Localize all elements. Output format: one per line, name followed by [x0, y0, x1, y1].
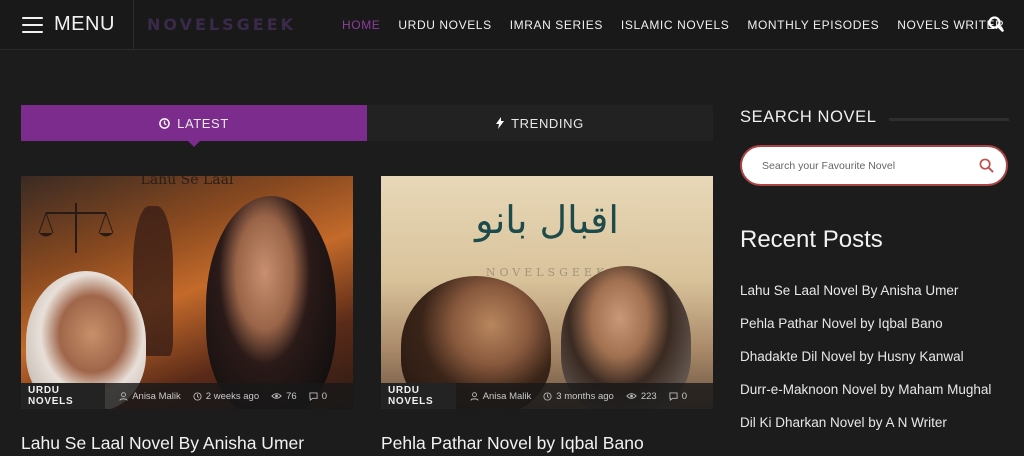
post-card[interactable]: Lahu Se Laal URDU NOVELS Anisa Malik 2 w… — [21, 176, 353, 454]
post-thumbnail[interactable]: اقبال بانو NOVELSGEEK URDU NOVELS Anisa … — [381, 176, 713, 409]
post-meta: URDU NOVELS Anisa Malik 3 months ago 223… — [381, 383, 713, 409]
author-meta[interactable]: Anisa Malik — [119, 391, 181, 402]
comment-count: 0 — [681, 390, 687, 402]
views-meta: 76 — [271, 391, 297, 402]
tab-trending-label: TRENDING — [511, 115, 584, 131]
watermark-text: NOVELSGEEK — [485, 266, 609, 279]
post-date: 3 months ago — [556, 390, 614, 402]
recent-posts-title: Recent Posts — [740, 226, 883, 253]
post-tabs: LATEST TRENDING — [21, 105, 713, 147]
nav-islamic-novels[interactable]: ISLAMIC NOVELS — [621, 18, 729, 32]
category-badge[interactable]: URDU NOVELS — [381, 383, 456, 409]
comments-meta[interactable]: 0 — [669, 391, 687, 402]
clock-icon — [193, 391, 202, 401]
logo-text: NOVELSGEEK — [147, 15, 296, 34]
search-input[interactable] — [762, 159, 979, 172]
comments-meta[interactable]: 0 — [309, 391, 327, 402]
title-divider — [889, 118, 1009, 121]
site-logo[interactable]: NOVELSGEEK — [147, 15, 342, 34]
recent-posts-list: Lahu Se Laal Novel By Anisha Umer Pehla … — [740, 283, 991, 448]
menu-label: MENU — [54, 13, 115, 35]
category-badge[interactable]: URDU NOVELS — [21, 383, 106, 409]
recent-post-link[interactable]: Dhadakte Dil Novel by Husny Kanwal — [740, 349, 991, 382]
tab-latest[interactable]: LATEST — [21, 105, 367, 147]
post-date: 2 weeks ago — [205, 390, 260, 402]
user-icon — [119, 391, 128, 401]
clock-icon — [543, 391, 552, 401]
comment-count: 0 — [321, 390, 327, 402]
date-meta: 2 weeks ago — [193, 391, 259, 402]
menu-button[interactable]: MENU — [0, 0, 134, 49]
search-widget-title: SEARCH NOVEL — [740, 108, 877, 126]
nav-monthly-episodes[interactable]: MONTHLY EPISODES — [747, 18, 879, 32]
bolt-icon — [496, 117, 505, 129]
post-thumbnail[interactable]: Lahu Se Laal URDU NOVELS Anisa Malik 2 w… — [21, 176, 353, 409]
eye-icon — [271, 393, 282, 399]
author-meta[interactable]: Anisa Malik — [470, 390, 532, 402]
eye-icon — [626, 393, 637, 399]
tab-trending[interactable]: TRENDING — [367, 105, 713, 141]
site-header: MENU NOVELSGEEK HOME URDU NOVELS IMRAN S… — [0, 0, 1024, 50]
tab-latest-label: LATEST — [177, 115, 229, 131]
cover-title: اقبال بانو — [475, 198, 619, 242]
user-icon — [470, 391, 479, 401]
hamburger-icon — [22, 16, 43, 33]
man-figure — [206, 196, 336, 409]
nav-urdu-novels[interactable]: URDU NOVELS — [398, 18, 491, 32]
nav-home[interactable]: HOME — [342, 18, 380, 32]
comment-icon — [669, 391, 678, 401]
recent-post-link[interactable]: Lahu Se Laal Novel By Anisha Umer — [740, 283, 991, 316]
view-count: 223 — [640, 390, 657, 402]
post-card[interactable]: اقبال بانو NOVELSGEEK URDU NOVELS Anisa … — [381, 176, 713, 454]
date-meta: 3 months ago — [543, 391, 614, 402]
cover-title: Lahu Se Laal — [140, 176, 234, 188]
author-name: Anisa Malik — [482, 390, 532, 402]
view-count: 76 — [286, 390, 297, 402]
search-form — [740, 145, 1008, 186]
post-title[interactable]: Lahu Se Laal Novel By Anisha Umer — [21, 433, 353, 454]
author-name: Anisa Malik — [132, 390, 181, 402]
post-title[interactable]: Pehla Pathar Novel by Iqbal Bano — [381, 433, 713, 454]
main-nav: HOME URDU NOVELS IMRAN SERIES ISLAMIC NO… — [342, 0, 1022, 49]
comment-icon — [309, 391, 318, 401]
scales-illustration — [38, 203, 114, 253]
post-meta: URDU NOVELS Anisa Malik 2 weeks ago 76 0 — [21, 383, 353, 409]
recent-post-link[interactable]: Pehla Pathar Novel by Iqbal Bano — [740, 316, 991, 349]
recent-post-link[interactable]: Durr-e-Maknoon Novel by Maham Mughal — [740, 382, 991, 415]
search-icon[interactable] — [988, 16, 1004, 32]
clock-icon — [159, 117, 170, 129]
recent-post-link[interactable]: Dil Ki Dharkan Novel by A N Writer — [740, 415, 991, 448]
nav-imran-series[interactable]: IMRAN SERIES — [510, 18, 603, 32]
search-icon[interactable] — [979, 158, 994, 173]
views-meta: 223 — [626, 391, 657, 402]
